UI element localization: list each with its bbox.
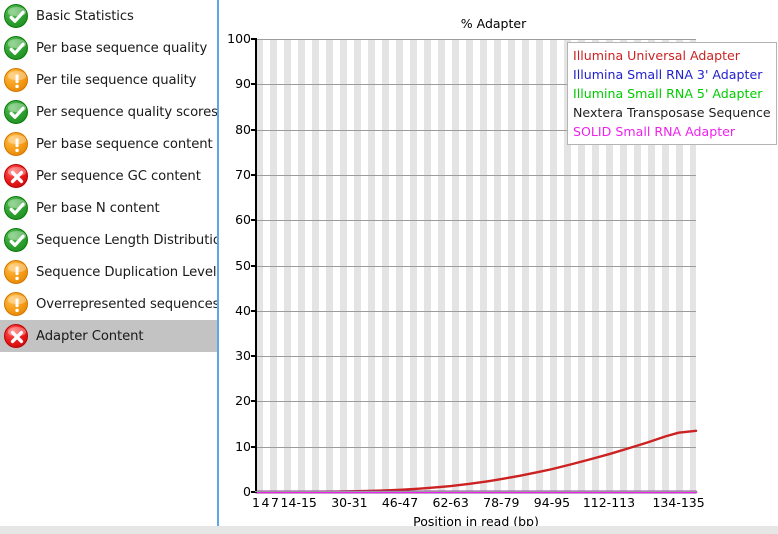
sidebar-item-sequence-length-distribution[interactable]: Sequence Length Distribution [0, 224, 217, 256]
error-circle-icon [4, 164, 28, 188]
y-tick-mark [251, 264, 255, 267]
legend-entry: Illumina Small RNA 3' Adapter [573, 67, 763, 82]
y-tick-mark [251, 128, 255, 131]
sidebar-item-adapter-content[interactable]: Adapter Content [0, 320, 217, 352]
sidebar-item-per-sequence-quality-scores[interactable]: Per sequence quality scores [0, 96, 217, 128]
legend-entry: Nextera Transposase Sequence [573, 105, 771, 120]
y-tick-mark [251, 445, 255, 448]
page-bottom-strip [0, 526, 778, 534]
y-tick-label: 10 [235, 438, 251, 454]
error-circle-icon [4, 324, 28, 348]
y-tick-label: 100 [227, 31, 251, 46]
y-tick-mark [251, 173, 255, 176]
sidebar-item-sequence-duplication-levels[interactable]: Sequence Duplication Levels [0, 256, 217, 288]
sidebar-item-per-base-n-content[interactable]: Per base N content [0, 192, 217, 224]
sidebar-item-label: Sequence Duplication Levels [36, 264, 219, 280]
sidebar-item-per-base-sequence-quality[interactable]: Per base sequence quality [0, 32, 217, 64]
y-tick-label: 70 [235, 166, 251, 182]
x-axis-line [255, 491, 697, 492]
y-tick-label: 30 [235, 348, 251, 364]
check-circle-icon [4, 228, 28, 252]
x-tick-label: 7 [271, 495, 279, 510]
legend-entry: Illumina Universal Adapter [573, 48, 740, 63]
sidebar-item-label: Per base N content [36, 200, 160, 216]
sidebar-item-basic-statistics[interactable]: Basic Statistics [0, 0, 217, 32]
x-tick-label: 30-31 [331, 495, 368, 510]
warning-circle-icon [4, 132, 28, 156]
x-tick-label: 78-79 [483, 495, 520, 510]
sidebar-item-label: Per base sequence content [36, 136, 213, 152]
fastqc-report-window: Basic Statistics Per base sequence qualit… [0, 0, 778, 534]
sidebar-item-label: Per sequence quality scores [36, 104, 218, 120]
x-tick-label: 112-113 [582, 495, 636, 510]
x-tick-label: 4 [261, 495, 270, 510]
sidebar-item-overrepresented-sequences[interactable]: Overrepresented sequences [0, 288, 217, 320]
warning-circle-icon [4, 292, 28, 316]
sidebar-item-label: Adapter Content [36, 328, 144, 344]
sidebar-item-label: Per sequence GC content [36, 168, 201, 184]
check-circle-icon [4, 4, 28, 28]
y-tick-label: 50 [235, 257, 251, 273]
check-circle-icon [4, 196, 28, 220]
sidebar-item-label: Sequence Length Distribution [36, 232, 219, 248]
sidebar-item-per-base-sequence-content[interactable]: Per base sequence content [0, 128, 217, 160]
x-tick-label: 14-15 [280, 495, 317, 510]
y-tick-mark [251, 491, 255, 493]
series-line [254, 429, 698, 494]
sidebar-item-label: Basic Statistics [36, 8, 134, 24]
y-tick-mark [251, 400, 255, 403]
sidebar-item-per-tile-sequence-quality[interactable]: Per tile sequence quality [0, 64, 217, 96]
y-tick-mark [251, 309, 255, 312]
y-tick-label: 60 [235, 212, 251, 228]
module-summary-sidebar: Basic Statistics Per base sequence qualit… [0, 0, 219, 528]
legend-entry: Illumina Small RNA 5' Adapter [573, 86, 763, 101]
x-tick-label: 94-95 [533, 495, 571, 510]
sidebar-item-per-sequence-gc-content[interactable]: Per sequence GC content [0, 160, 217, 192]
x-tick-label: 134-135 [652, 495, 705, 510]
legend-entry: SOLID Small RNA Adapter [573, 124, 736, 139]
y-tick-label: 80 [235, 121, 251, 137]
y-tick-label: 90 [235, 76, 251, 92]
y-tick-mark [251, 219, 255, 222]
adapter-content-plot-panel: % Adapter 0 10 20 30 40 50 60 70 80 90 100 1 4 7 14-1… [221, 0, 778, 529]
y-axis-ticks: 0 10 20 30 40 50 60 70 80 90 100 [221, 32, 255, 498]
y-tick-label: 40 [235, 302, 251, 318]
y-tick-mark [251, 83, 255, 86]
check-circle-icon [4, 100, 28, 124]
y-tick-label: 20 [235, 393, 251, 409]
y-tick-mark [251, 38, 255, 40]
warning-circle-icon [4, 68, 28, 92]
y-axis-line [255, 38, 257, 493]
x-tick-label: 62-63 [432, 495, 469, 510]
y-tick-mark [251, 355, 255, 358]
check-circle-icon [4, 36, 28, 60]
sidebar-item-label: Per base sequence quality [36, 40, 208, 56]
sidebar-item-label: Overrepresented sequences [36, 296, 219, 312]
sidebar-item-label: Per tile sequence quality [36, 72, 197, 88]
x-tick-label: 46-47 [381, 495, 419, 510]
chart-legend: Illumina Universal Adapter Illumina Small… [567, 42, 777, 145]
warning-circle-icon [4, 260, 28, 284]
y-tick-label: 0 [243, 484, 251, 499]
x-tick-label: 1 [252, 495, 260, 510]
chart-title: % Adapter [460, 16, 527, 31]
